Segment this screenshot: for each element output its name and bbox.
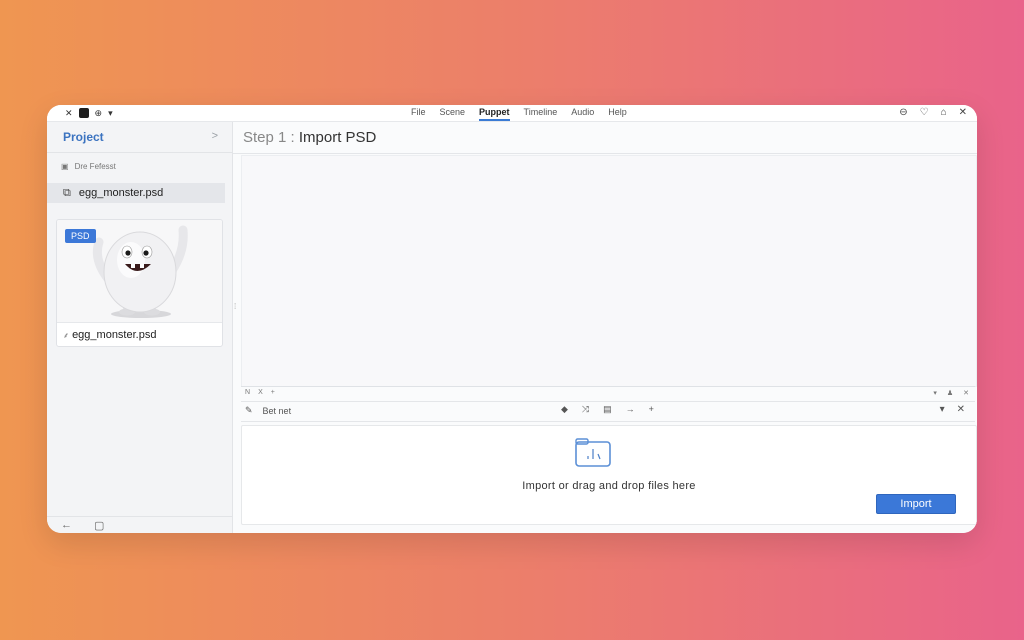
sidebar-footer: ← ▢ bbox=[47, 516, 232, 533]
pencil-icon[interactable]: ✎ bbox=[245, 405, 253, 416]
step-prefix: Step 1 : bbox=[243, 129, 295, 146]
step-title: Import PSD bbox=[298, 129, 377, 146]
recent-label: Dre Fefesst bbox=[74, 162, 116, 171]
shuffle-icon[interactable]: ⤨ bbox=[582, 404, 589, 415]
heart-icon[interactable]: ♡ bbox=[920, 105, 929, 120]
close-icon[interactable]: ✕ bbox=[963, 389, 969, 397]
search-icon[interactable]: ⊖ bbox=[899, 105, 907, 120]
upload-folder-icon bbox=[575, 438, 611, 467]
pin-icon[interactable]: ♟ bbox=[947, 389, 953, 397]
diamond-icon[interactable]: ◆ bbox=[561, 404, 568, 415]
panel-toolbar: ✎ Bet net ◆ ⤨ ▤ → + ▾ ✕ bbox=[241, 401, 975, 422]
tab-x[interactable]: X bbox=[258, 389, 263, 396]
folder-icon: ▣ bbox=[61, 162, 69, 171]
back-arrow-icon[interactable]: ← bbox=[61, 519, 72, 531]
drop-instructions: Import or drag and drop files here bbox=[522, 480, 696, 492]
project-sidebar: Project > ▣ Dre Fefesst ⧉ egg_monster.ps… bbox=[47, 122, 233, 533]
thumbnail-file-name: egg_monster.psd bbox=[72, 329, 157, 341]
menu-bar: File Scene Puppet Timeline Audio Help bbox=[411, 105, 627, 121]
divider bbox=[233, 153, 977, 154]
panel-tab-strip: N X + ▾ ♟ ✕ bbox=[241, 386, 975, 402]
film-icon[interactable]: ▤ bbox=[603, 404, 612, 415]
file-name: egg_monster.psd bbox=[78, 187, 164, 199]
recent-row[interactable]: ▣ Dre Fefesst bbox=[61, 162, 116, 171]
arrow-right-icon[interactable]: → bbox=[626, 404, 635, 415]
sidebar-item-file[interactable]: ⧉ egg_monster.psd bbox=[47, 183, 225, 203]
plus-icon[interactable]: + bbox=[649, 404, 654, 415]
psd-badge: PSD bbox=[65, 229, 96, 243]
sidebar-title: Project bbox=[63, 130, 104, 144]
globe-icon[interactable]: ⊕ bbox=[95, 107, 103, 119]
file-drop-zone[interactable]: Import or drag and drop files here Impor… bbox=[241, 425, 977, 525]
chevron-down-icon[interactable]: ▾ bbox=[933, 389, 937, 397]
package-icon: ⧉ bbox=[63, 186, 71, 199]
menu-help[interactable]: Help bbox=[608, 105, 627, 121]
square-icon[interactable]: ▢ bbox=[94, 519, 104, 532]
close-icon[interactable]: ✕ bbox=[957, 404, 965, 415]
menu-timeline[interactable]: Timeline bbox=[524, 105, 558, 121]
thumbnail-label: ⸙ egg_monster.psd bbox=[57, 322, 222, 346]
chevron-down-icon[interactable]: ▾ bbox=[108, 107, 113, 119]
menu-scene[interactable]: Scene bbox=[440, 105, 466, 121]
menu-file[interactable]: File bbox=[411, 105, 426, 121]
chevron-down-icon[interactable]: ▾ bbox=[940, 404, 945, 415]
resize-handle-icon[interactable]: ⁞ bbox=[234, 302, 236, 311]
preview-canvas[interactable] bbox=[241, 155, 977, 387]
link-icon: ⸙ bbox=[63, 331, 69, 340]
page-title: Step 1 : Import PSD bbox=[243, 129, 376, 146]
home-icon[interactable]: ⌂ bbox=[941, 105, 947, 120]
toolbar-label: Bet net bbox=[262, 405, 292, 416]
title-bar: ✕ ⊕ ▾ File Scene Puppet Timeline Audio H… bbox=[47, 105, 977, 122]
file-thumbnail-card[interactable]: PSD ⸙ egg_monster.psd bbox=[56, 219, 223, 347]
close-icon[interactable]: ✕ bbox=[959, 105, 967, 120]
tab-n[interactable]: N bbox=[245, 389, 250, 396]
app-logo-icon bbox=[78, 108, 89, 118]
import-button[interactable]: Import bbox=[876, 494, 956, 514]
chevron-right-icon[interactable]: > bbox=[212, 130, 218, 142]
close-small-icon[interactable]: ✕ bbox=[65, 107, 73, 119]
menu-puppet[interactable]: Puppet bbox=[479, 105, 510, 121]
add-tab-button[interactable]: + bbox=[271, 389, 275, 396]
main-panel: Step 1 : Import PSD ⁞ N X + ▾ ♟ ✕ ✎ Bet … bbox=[233, 122, 977, 533]
app-window: ✕ ⊕ ▾ File Scene Puppet Timeline Audio H… bbox=[47, 105, 977, 533]
menu-audio[interactable]: Audio bbox=[571, 105, 594, 121]
divider bbox=[47, 152, 232, 153]
